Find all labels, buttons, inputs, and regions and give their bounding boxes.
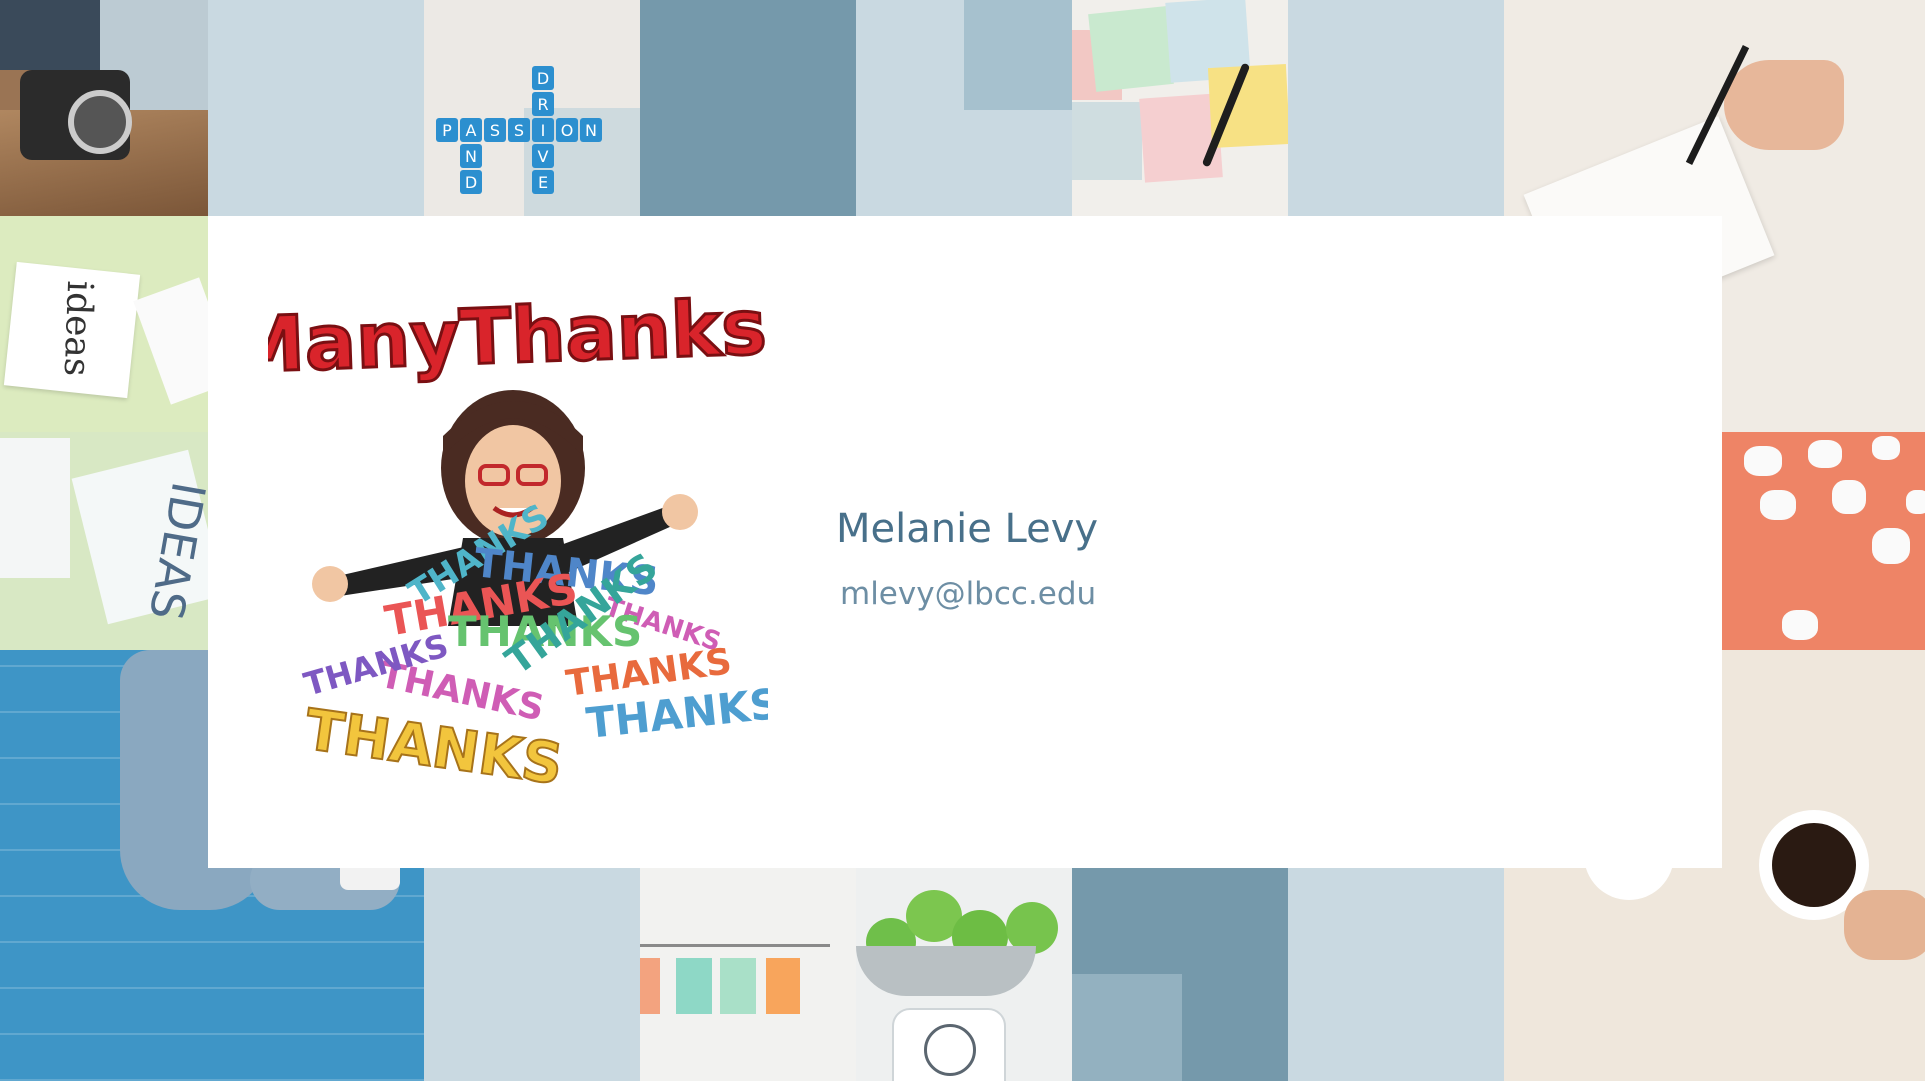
many-thanks-sticker: ManyThanks! THANKS THANKS THANKS THANKS … bbox=[226, 276, 804, 799]
light-blue-tile-2 bbox=[1288, 0, 1504, 216]
scrabble-letter: D bbox=[465, 173, 477, 192]
scrabble-letter: S bbox=[514, 121, 524, 140]
light-blue-tile bbox=[208, 0, 424, 216]
scrabble-passion-tile: PASSIONDRVEND bbox=[424, 0, 640, 216]
scrabble-letter: I bbox=[541, 121, 546, 140]
scrabble-tiles-graphic: P A S S I O NDRVEND bbox=[436, 66, 640, 216]
scrabble-letter: V bbox=[538, 147, 549, 166]
paper-balls-tile bbox=[1722, 432, 1925, 650]
scale-bowl bbox=[856, 946, 1036, 996]
presenter-email: mlevy@lbcc.edu bbox=[840, 576, 1097, 612]
note-card-text: ideas bbox=[55, 279, 101, 378]
hand-icon bbox=[1724, 60, 1844, 150]
scale-body bbox=[892, 1008, 1006, 1081]
paper-clothesline-tile bbox=[640, 868, 856, 1081]
scrabble-letter: A bbox=[466, 121, 477, 140]
sticky-notes-tile bbox=[1072, 0, 1288, 216]
light-blue-tile-3 bbox=[424, 868, 640, 1081]
presenter-name: Melanie Levy bbox=[836, 506, 1099, 552]
scrabble-letter: O bbox=[561, 121, 574, 140]
scrabble-letter: N bbox=[465, 147, 477, 166]
light-blue-tile-4 bbox=[1288, 868, 1504, 1081]
scrabble-letter: N bbox=[585, 121, 597, 140]
camera-icon bbox=[20, 70, 132, 160]
camera-photo-tile bbox=[0, 0, 208, 216]
hand-icon bbox=[1844, 890, 1925, 960]
scrabble-letter: S bbox=[490, 121, 500, 140]
ideas-card-tile: IDEAS bbox=[0, 432, 208, 650]
scrabble-letter: R bbox=[537, 95, 548, 114]
apples-scale-tile bbox=[856, 868, 1072, 1081]
mid-blue-tile bbox=[640, 0, 856, 216]
ideas-note-tile: ideas bbox=[0, 216, 208, 432]
light-blue-split-tile bbox=[856, 0, 1072, 216]
sticker-heading: ManyThanks! bbox=[268, 281, 768, 390]
scrabble-letter: E bbox=[538, 173, 548, 192]
scrabble-letter: D bbox=[537, 69, 549, 88]
mid-blue-tile-2 bbox=[1072, 868, 1288, 1081]
thanks-word-pile: THANKS THANKS THANKS THANKS THANKS THANK… bbox=[300, 496, 783, 799]
scrabble-letter: P bbox=[442, 121, 452, 140]
